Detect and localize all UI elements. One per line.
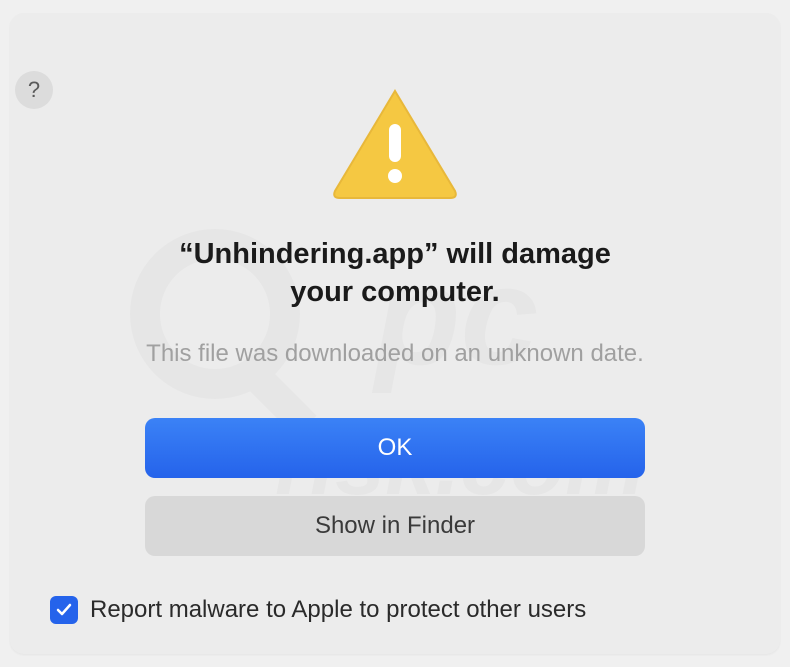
report-malware-checkbox[interactable] — [50, 596, 78, 624]
help-icon: ? — [28, 77, 40, 103]
title-line2: your computer. — [85, 274, 705, 312]
checkbox-row: Report malware to Apple to protect other… — [45, 596, 745, 624]
title-line1: “Unhindering.app” will damage — [85, 236, 705, 274]
checkmark-icon — [55, 601, 73, 619]
checkbox-label: Report malware to Apple to protect other… — [90, 596, 586, 624]
button-container: OK Show in Finder — [45, 418, 745, 556]
show-in-finder-button[interactable]: Show in Finder — [145, 496, 645, 556]
dialog-subtitle: This file was downloaded on an unknown d… — [45, 340, 745, 368]
warning-icon — [330, 86, 460, 201]
alert-dialog: pc risk.com ? “Unhindering.app” will dam… — [10, 13, 780, 653]
ok-button[interactable]: OK — [145, 418, 645, 478]
dialog-title: “Unhindering.app” will damage your compu… — [45, 236, 745, 311]
icon-container — [45, 86, 745, 201]
